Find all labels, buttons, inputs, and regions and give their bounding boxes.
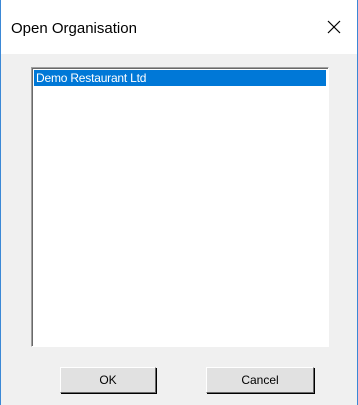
close-icon xyxy=(327,20,341,34)
list-item-demo-restaurant[interactable]: Demo Restaurant Ltd xyxy=(34,70,326,86)
title-bar: Open Organisation xyxy=(1,0,357,54)
cancel-button[interactable]: Cancel xyxy=(206,367,314,393)
ok-button[interactable]: OK xyxy=(60,367,156,393)
dialog-title: Open Organisation xyxy=(11,20,137,37)
open-organisation-dialog: Open Organisation Demo Restaurant Ltd OK… xyxy=(0,0,358,405)
organisation-listbox[interactable]: Demo Restaurant Ltd xyxy=(31,67,329,347)
close-button[interactable] xyxy=(311,8,357,46)
